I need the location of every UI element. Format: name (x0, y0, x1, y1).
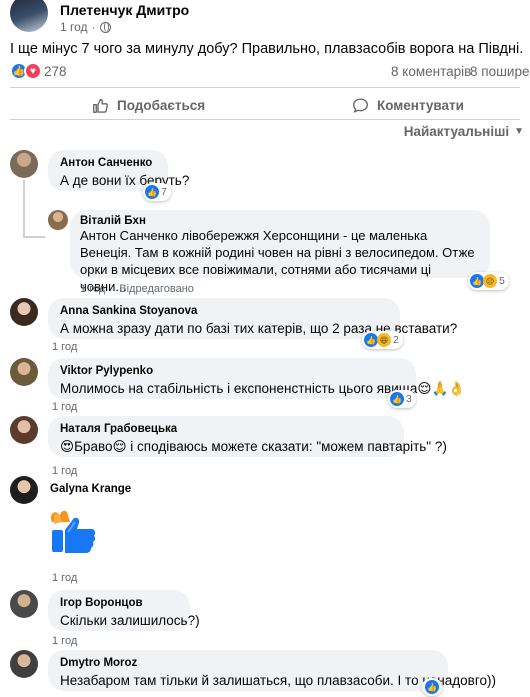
divider (10, 119, 520, 120)
comment-author[interactable]: Ігор Воронцов (60, 597, 178, 609)
edited-label: Відредаговано (119, 283, 194, 295)
thumbs-up-icon (93, 98, 109, 113)
like-reaction-icon: 👍 (364, 333, 378, 347)
love-reaction-icon: ♥ (24, 62, 42, 80)
avatar[interactable] (10, 150, 38, 178)
comment-reactions[interactable]: 👍 3 (388, 390, 416, 408)
comment-author[interactable]: Наталя Грабовецька (60, 423, 392, 435)
comment-text: Скільки залишилось?) (60, 613, 200, 628)
like-reaction-icon: 👍 (390, 392, 404, 406)
avatar[interactable] (10, 590, 38, 618)
reply-thread-line (23, 236, 45, 238)
comment-time[interactable]: 1 год (52, 572, 77, 584)
post-time[interactable]: 1 год (60, 20, 88, 34)
comment-icon (353, 97, 368, 113)
like-reaction-icon: 👍 (145, 185, 159, 199)
comment-text: А де вони їх беруть? (60, 173, 190, 188)
like-reaction-icon: 👍 (470, 274, 484, 288)
haha-reaction-icon: 😆 (377, 333, 391, 347)
comment-author[interactable]: Galyna Krange (50, 483, 131, 495)
comment-author[interactable]: Антон Санченко (60, 157, 156, 169)
comment-reaction-count: 7 (161, 186, 167, 198)
avatar[interactable] (10, 650, 38, 678)
like-button-label: Подобається (117, 97, 206, 113)
comment-time[interactable]: 1 год (52, 635, 77, 647)
reactions-bar: 👍 ♥ 278 8 коментарів 8 поширень (10, 62, 530, 82)
divider (10, 87, 520, 88)
sort-label: Найактуальніші (403, 124, 510, 139)
comment-reactions[interactable]: 👍 😆 2 (362, 331, 403, 349)
comment-text: Незабаром там тільки й залишаться, що пл… (60, 673, 496, 688)
shares-count[interactable]: 8 поширень (470, 64, 530, 79)
comment-bubble: Наталя Грабовецька 😍Браво😌 і сподіваюсь … (48, 416, 447, 457)
comment-author[interactable]: Dmytro Moroz (60, 657, 436, 669)
comment-button[interactable]: Коментувати (352, 95, 464, 115)
comment-bubble: Віталій Бхн Антон Санченко лівобережжя Х… (70, 210, 490, 294)
avatar[interactable] (10, 476, 38, 504)
comment-reaction-count: 5 (499, 275, 505, 287)
like-reaction-icon: 👍 (425, 680, 439, 694)
comment-bubble: Dmytro Moroz Незабаром там тільки й зали… (48, 650, 496, 691)
post-header: Плетенчук Дмитро 1 год · (10, 0, 520, 36)
comment-reaction-count: 2 (393, 334, 399, 346)
comment-button-label: Коментувати (377, 97, 464, 113)
comment-bubble: Viktor Pylypenko Молимось на стабільніст… (48, 358, 466, 399)
comment-author[interactable]: Viktor Pylypenko (60, 365, 404, 377)
author-avatar[interactable] (10, 0, 48, 32)
thumbs-up-sticker[interactable] (48, 508, 98, 556)
comment-time: 1 год Відредаговано (80, 283, 194, 295)
comment-text: А можна зразу дати по базі тих катерів, … (60, 321, 458, 336)
sort-dropdown[interactable]: Найактуальніші ▼ (404, 124, 524, 139)
post-meta: 1 год · (60, 20, 111, 34)
comment-author[interactable]: Віталій Бхн (80, 215, 480, 227)
comment-time[interactable]: 1 год (52, 341, 77, 353)
comment-bubble: Anna Sankina Stoyanova А можна зразу дат… (48, 298, 458, 339)
comment-author[interactable]: Anna Sankina Stoyanova (60, 305, 388, 317)
globe-icon (99, 21, 111, 33)
avatar[interactable] (48, 210, 68, 230)
chevron-down-icon: ▼ (514, 126, 524, 137)
comment-text: Молимось на стабільність і експоненстніс… (60, 381, 466, 396)
comment-text: 😍Браво😌 і сподіваюсь можете сказати: "мо… (60, 439, 447, 454)
comment-reactions[interactable]: 👍 (422, 678, 442, 696)
comment-time[interactable]: 1 год (52, 465, 77, 477)
comments-count[interactable]: 8 коментарів (391, 64, 471, 79)
avatar[interactable] (10, 298, 38, 326)
comment-reaction-count: 3 (406, 393, 412, 405)
avatar[interactable] (10, 358, 38, 386)
sad-reaction-icon: ☹ (483, 274, 497, 288)
reaction-icons[interactable]: 👍 ♥ (10, 62, 42, 80)
comment-reactions[interactable]: 👍 7 (143, 183, 171, 201)
comment-bubble: Ігор Воронцов Скільки залишилось?) (48, 590, 200, 631)
reactions-count[interactable]: 278 (44, 64, 67, 79)
comment-time[interactable]: 1 год (52, 401, 77, 413)
post-text: І ще мінус 7 чого за минулу добу? Правил… (10, 41, 524, 57)
like-button[interactable]: Подобається (92, 95, 205, 115)
comment-reactions[interactable]: 👍 ☹ 5 (468, 272, 509, 290)
post-author[interactable]: Плетенчук Дмитро (60, 2, 189, 18)
reply-thread-line (23, 180, 25, 238)
avatar[interactable] (10, 416, 38, 444)
